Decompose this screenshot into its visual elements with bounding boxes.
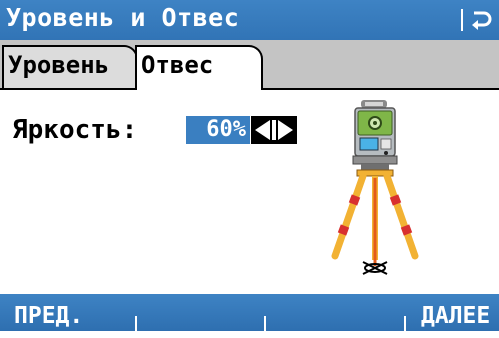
- page-title: Уровень и Отвес: [6, 3, 240, 32]
- title-separator: [461, 9, 463, 31]
- prev-button[interactable]: ПРЕД.: [14, 294, 83, 331]
- return-arrow-icon[interactable]: [470, 8, 494, 32]
- softkey-separator: [135, 316, 137, 331]
- title-bar: Уровень и Отвес: [0, 0, 499, 40]
- tab-plummet-label: Отвес: [141, 51, 214, 79]
- total-station-on-tripod-icon: [331, 100, 419, 275]
- softkey-separator: [404, 316, 406, 331]
- softkey-f3-button[interactable]: [268, 294, 388, 331]
- tab-level[interactable]: Уровень: [2, 45, 138, 88]
- content-area: Яркость: 60%: [0, 90, 499, 294]
- brightness-label: Яркость:: [12, 115, 138, 145]
- tab-plummet[interactable]: Отвес: [135, 45, 263, 90]
- softkey-bar: ПРЕД. ДАЛЕЕ: [0, 294, 499, 331]
- next-button[interactable]: ДАЛЕЕ: [421, 294, 490, 331]
- tab-level-label: Уровень: [8, 51, 110, 79]
- left-right-arrows-icon[interactable]: [251, 116, 297, 144]
- brightness-value-field[interactable]: 60%: [186, 116, 250, 144]
- softkey-f2-button[interactable]: [140, 294, 260, 331]
- softkey-separator: [264, 316, 266, 331]
